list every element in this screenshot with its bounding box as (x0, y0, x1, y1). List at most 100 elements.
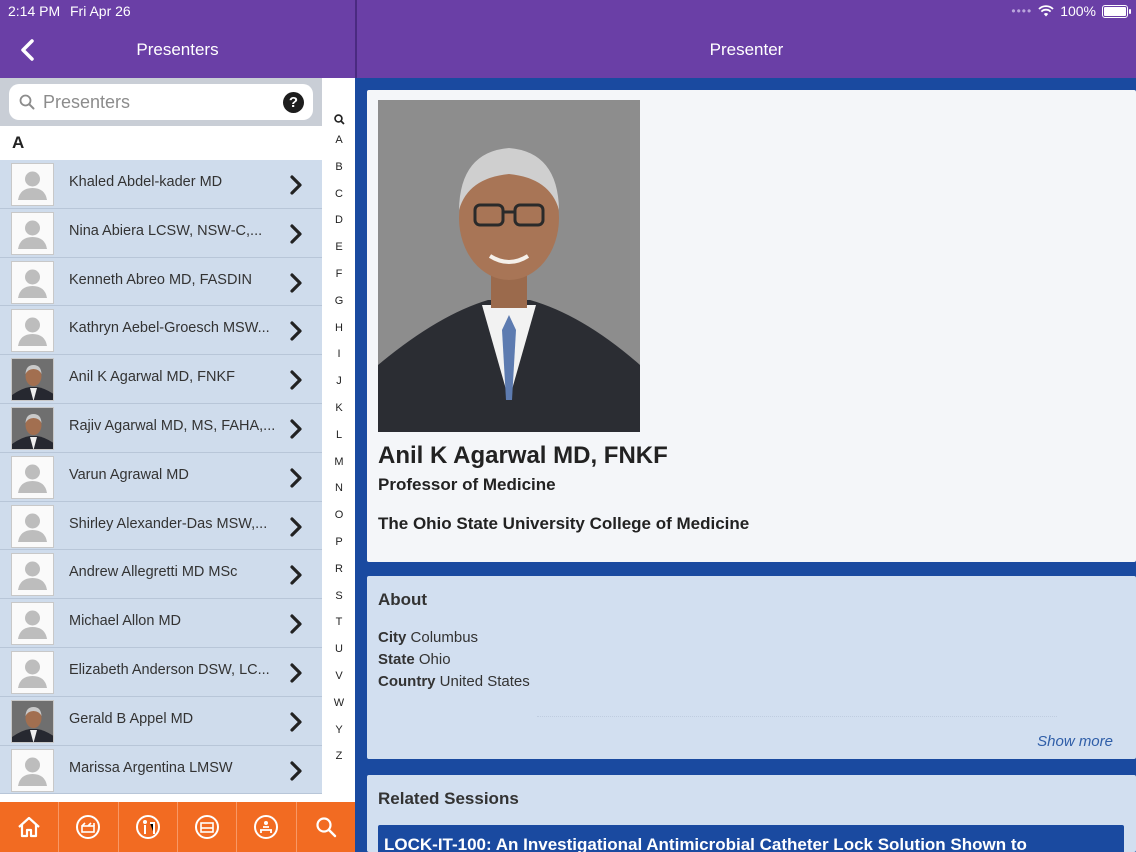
status-date: Fri Apr 26 (70, 3, 131, 19)
chevron-right-icon (290, 419, 302, 439)
about-card: About City Columbus State Ohio Country U… (367, 576, 1136, 759)
presenter-name-label: Kenneth Abreo MD, FASDIN (69, 271, 252, 288)
person-placeholder-icon (11, 163, 54, 206)
tab-bar (0, 802, 355, 852)
index-letter[interactable]: I (324, 348, 354, 375)
presenter-row[interactable]: Gerald B Appel MD (0, 696, 322, 746)
presenter-row[interactable]: Rajiv Agarwal MD, MS, FAHA,... (0, 403, 322, 453)
presenter-row[interactable]: Shirley Alexander-Das MSW,... (0, 501, 322, 551)
help-button[interactable]: ? (283, 92, 304, 113)
city-value: Columbus (410, 629, 479, 646)
index-letter[interactable]: R (324, 563, 354, 590)
index-letter[interactable]: G (324, 295, 354, 322)
chevron-right-icon (290, 370, 302, 390)
top-bar: 2:14 PM Fri Apr 26 •••• 100% Presenters … (0, 0, 1136, 78)
index-letter[interactable]: W (324, 697, 354, 724)
tab-schedule[interactable] (59, 802, 119, 852)
tab-meeting[interactable] (237, 802, 297, 852)
presenter-avatar (11, 406, 54, 450)
search-icon (316, 817, 336, 838)
person-placeholder-icon (11, 455, 54, 499)
index-letter[interactable]: A (324, 134, 354, 161)
presenter-row[interactable]: Andrew Allegretti MD MSc (0, 550, 322, 600)
index-letter[interactable]: B (324, 161, 354, 188)
person-placeholder-icon (11, 650, 54, 694)
index-letter[interactable]: M (324, 456, 354, 483)
presenter-name-label: Marissa Argentina LMSW (69, 759, 233, 776)
presenter-row[interactable]: Michael Allon MD (0, 599, 322, 648)
presenter-row[interactable]: Nina Abiera LCSW, NSW-C,... (0, 208, 322, 258)
index-letter[interactable]: S (324, 590, 354, 617)
presenter-photo (378, 100, 640, 432)
tab-search[interactable] (297, 802, 355, 852)
presenter-position: Professor of Medicine (378, 475, 556, 494)
search-input[interactable] (41, 90, 275, 114)
chevron-right-icon (290, 321, 302, 341)
lodging-icon (195, 815, 220, 839)
index-letter[interactable]: K (324, 402, 354, 429)
presenter-title: Presenter (709, 40, 784, 59)
battery-percent: 100% (1060, 3, 1096, 19)
session-item[interactable]: LOCK-IT-100: An Investigational Antimicr… (378, 825, 1124, 852)
index-letter[interactable]: T (324, 616, 354, 643)
presenter-row[interactable]: Elizabeth Anderson DSW, LC... (0, 647, 322, 697)
index-letter[interactable]: E (324, 241, 354, 268)
chevron-right-icon (290, 516, 302, 537)
city-label: City (378, 629, 407, 646)
index-letter[interactable]: J (324, 375, 354, 402)
person-placeholder-icon (11, 504, 54, 548)
index-letter[interactable]: U (324, 643, 354, 670)
presenter-row[interactable]: Anil K Agarwal MD, FNKF (0, 355, 322, 404)
presenter-name-label: Khaled Abdel-kader MD (69, 174, 223, 190)
show-more-link[interactable]: Show more (1037, 733, 1113, 750)
chevron-right-icon (290, 663, 302, 683)
exhibitors-icon (135, 815, 160, 839)
presenter-row[interactable]: Kenneth Abreo MD, FASDIN (0, 257, 322, 307)
chevron-right-icon (290, 224, 302, 244)
index-letter[interactable]: V (324, 670, 354, 697)
meeting-icon (254, 815, 279, 839)
person-placeholder-icon (11, 553, 54, 597)
chevron-right-icon (290, 468, 302, 488)
faded-text-line (537, 716, 1057, 717)
tab-exhibitors[interactable] (119, 802, 178, 852)
index-letter[interactable]: Z (324, 750, 354, 777)
index-letter[interactable]: Y (324, 724, 354, 751)
index-letter[interactable]: P (324, 536, 354, 563)
search-field[interactable]: ? (9, 84, 313, 120)
chevron-right-icon (290, 565, 302, 585)
presenter-name-label: Shirley Alexander-Das MSW,... (69, 515, 268, 532)
index-letter[interactable]: F (324, 268, 354, 295)
presenter-name-label: Michael Allon MD (69, 613, 182, 630)
index-letter[interactable]: O (324, 509, 354, 536)
presenter-row[interactable]: Khaled Abdel-kader MD (0, 160, 322, 209)
index-letter[interactable]: L (324, 429, 354, 456)
tab-home[interactable] (0, 802, 60, 852)
signal-dots-icon: •••• (1011, 4, 1033, 18)
tab-lodging[interactable] (178, 802, 238, 852)
index-letter[interactable]: C (324, 188, 354, 215)
presenter-name-label: Kathryn Aebel-Groesch MSW... (69, 320, 270, 337)
presenter-avatar (11, 699, 54, 743)
alphabet-index[interactable]: ABCDEFGHIJKLMNOPRSTUVWYZ (324, 114, 354, 777)
split-divider (355, 0, 357, 78)
index-letter[interactable]: N (324, 482, 354, 509)
presenter-row[interactable]: Varun Agrawal MD (0, 452, 322, 502)
index-letter[interactable]: H (324, 322, 354, 349)
presenter-row[interactable]: Marissa Argentina LMSW (0, 745, 322, 795)
state-label: State (378, 651, 415, 668)
chevron-right-icon (290, 614, 302, 634)
presenter-name-label: Anil K Agarwal MD, FNKF (69, 369, 235, 386)
presenters-title: Presenters (136, 40, 219, 59)
status-indicators: •••• 100% (1011, 3, 1131, 19)
schedule-icon (76, 815, 101, 839)
presenter-name-label: Elizabeth Anderson DSW, LC... (69, 661, 270, 678)
presenter-row[interactable]: Kathryn Aebel-Groesch MSW... (0, 306, 322, 356)
chevron-right-icon (290, 175, 302, 195)
person-placeholder-icon (11, 748, 54, 792)
index-letter[interactable]: D (324, 214, 354, 241)
home-icon (18, 816, 40, 838)
index-search-icon[interactable] (324, 114, 354, 134)
presenter-name: Anil K Agarwal MD, FNKF (378, 442, 668, 469)
profile-card: Anil K Agarwal MD, FNKF Professor of Med… (367, 90, 1136, 562)
